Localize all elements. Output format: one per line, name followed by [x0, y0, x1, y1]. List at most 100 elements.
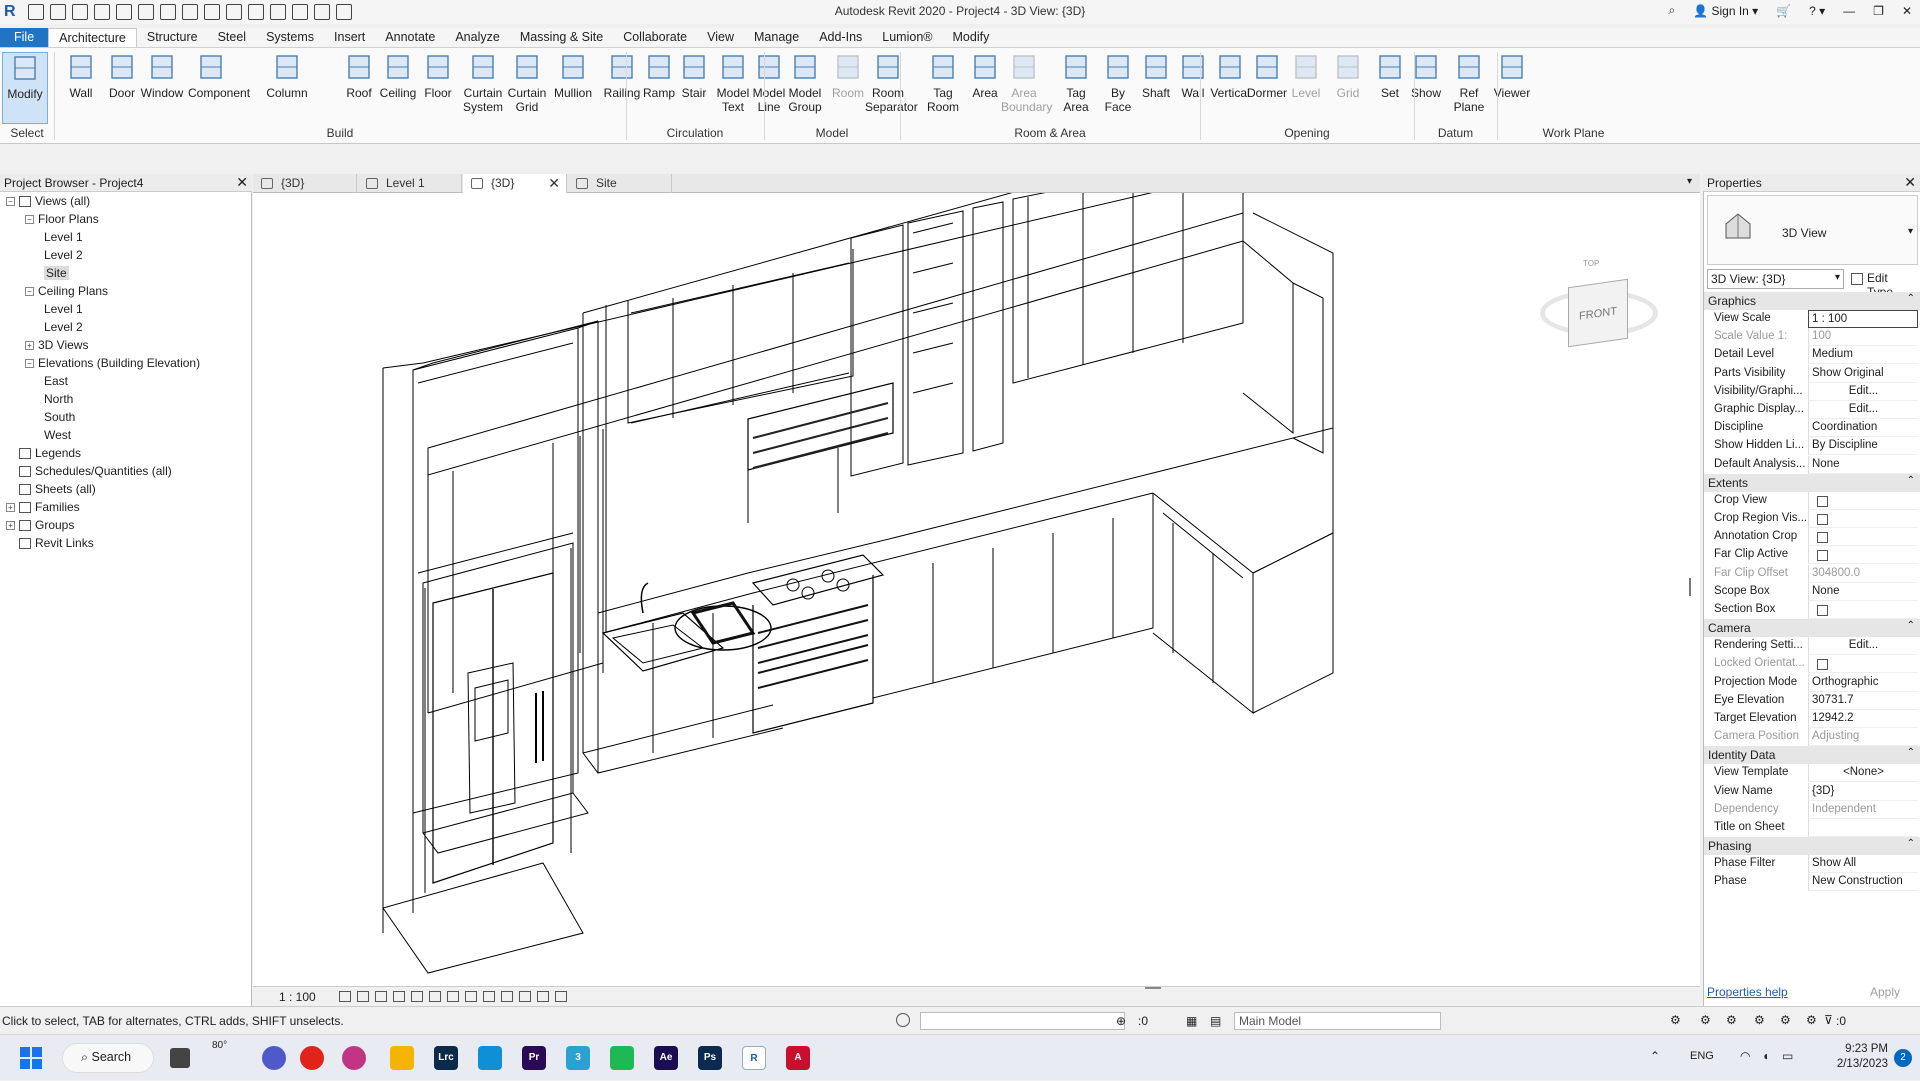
- property-value[interactable]: New Construction: [1808, 873, 1918, 892]
- show-analytical-icon[interactable]: [537, 991, 549, 1002]
- ribbon-button-window[interactable]: Window: [139, 52, 185, 100]
- property-value[interactable]: None: [1808, 455, 1918, 474]
- ribbon-button-mullion[interactable]: Mullion: [550, 52, 596, 100]
- open-icon[interactable]: [28, 4, 44, 20]
- tree-item[interactable]: Level 2: [44, 246, 83, 264]
- sign-in-button[interactable]: 👤 Sign In ▾: [1693, 4, 1758, 18]
- property-section-identity-data[interactable]: Identity Data ⌃: [1704, 746, 1920, 765]
- detail-level-icon[interactable]: [339, 991, 351, 1002]
- ribbon-button-model-group[interactable]: Model Group: [782, 52, 828, 114]
- tab-annotate[interactable]: Annotate: [375, 28, 445, 47]
- close-hidden-icon[interactable]: [314, 4, 330, 20]
- property-checkbox-cell[interactable]: [1808, 546, 1918, 565]
- revit-icon[interactable]: R: [742, 1046, 766, 1070]
- collapse-icon[interactable]: ⌃: [1907, 838, 1915, 849]
- sun-path-icon[interactable]: [375, 991, 387, 1002]
- edge-icon[interactable]: [478, 1046, 502, 1070]
- redo-icon[interactable]: [116, 4, 132, 20]
- properties-help-link[interactable]: Properties help: [1707, 985, 1788, 999]
- checkbox[interactable]: [1817, 495, 1828, 507]
- select-by-face-icon[interactable]: ⚙: [1754, 1013, 1765, 1027]
- view-tab[interactable]: Site: [568, 174, 672, 193]
- tree-item[interactable]: − Elevations (Building Elevation): [25, 354, 200, 372]
- reveal-hidden-icon[interactable]: [501, 991, 513, 1002]
- tree-item[interactable]: East: [44, 372, 68, 390]
- collapse-icon[interactable]: ⌃: [1907, 620, 1915, 631]
- checkbox[interactable]: [1817, 532, 1828, 544]
- task-view-icon[interactable]: [170, 1048, 190, 1068]
- checkbox[interactable]: [1817, 514, 1828, 525]
- ribbon-button-tag-room[interactable]: Tag Room: [920, 52, 966, 114]
- tree-item[interactable]: Sheets (all): [6, 480, 96, 498]
- default-3d-icon[interactable]: [248, 4, 264, 20]
- sync-icon[interactable]: [72, 4, 88, 20]
- active-workset-dropdown[interactable]: [920, 1012, 1125, 1030]
- lightroom-icon[interactable]: Lrc: [434, 1046, 458, 1070]
- ribbon-button-level[interactable]: Level: [1283, 52, 1329, 100]
- ribbon-button-curtain-grid[interactable]: Curtain Grid: [504, 52, 550, 114]
- property-value[interactable]: Edit...: [1808, 637, 1918, 656]
- property-value[interactable]: {3D}: [1808, 782, 1918, 801]
- property-checkbox-cell[interactable]: [1808, 491, 1918, 510]
- undo-icon[interactable]: [94, 4, 110, 20]
- collapse-icon[interactable]: −: [6, 196, 15, 206]
- expand-icon[interactable]: +: [6, 502, 15, 512]
- ribbon-button-viewer[interactable]: Viewer: [1489, 52, 1535, 100]
- property-section-phasing[interactable]: Phasing ⌃: [1704, 837, 1920, 856]
- panel-label-select[interactable]: Select: [0, 126, 54, 140]
- chevron-down-icon[interactable]: ▾: [1908, 226, 1913, 237]
- instagram-icon[interactable]: [342, 1046, 366, 1070]
- tab-steel[interactable]: Steel: [208, 28, 257, 47]
- collapse-icon[interactable]: −: [25, 286, 34, 296]
- tree-item[interactable]: Level 1: [44, 300, 83, 318]
- property-value[interactable]: Coordination: [1808, 419, 1918, 438]
- resize-handle[interactable]: [1145, 987, 1161, 989]
- property-value[interactable]: By Discipline: [1808, 437, 1918, 456]
- file-explorer-icon[interactable]: [390, 1046, 414, 1070]
- aligned-dimension-icon[interactable]: [182, 4, 198, 20]
- collapse-icon[interactable]: ⌃: [1907, 747, 1915, 758]
- collapse-icon[interactable]: ⌃: [1907, 293, 1915, 304]
- text-icon[interactable]: [226, 4, 242, 20]
- tree-item[interactable]: − Views (all): [6, 192, 90, 210]
- tab-add-ins[interactable]: Add-Ins: [809, 28, 872, 47]
- property-value[interactable]: Edit...: [1808, 382, 1918, 401]
- worksets-icon[interactable]: [896, 1013, 910, 1027]
- filter-icon[interactable]: ⊽: [1824, 1013, 1833, 1027]
- ribbon-button-wall[interactable]: Wall: [58, 52, 104, 100]
- save-icon[interactable]: [50, 4, 66, 20]
- thin-lines-icon[interactable]: [292, 4, 308, 20]
- property-value[interactable]: 1 : 100: [1808, 310, 1918, 328]
- instance-selector[interactable]: 3D View: {3D} ▾: [1707, 269, 1844, 289]
- tree-item[interactable]: Site: [44, 264, 69, 282]
- tree-item[interactable]: − Floor Plans: [25, 210, 99, 228]
- design-options-icon[interactable]: ▤: [1210, 1014, 1221, 1028]
- tag-icon[interactable]: [204, 4, 220, 20]
- property-value[interactable]: Show All: [1808, 855, 1918, 874]
- close-button[interactable]: ✕: [1902, 4, 1912, 18]
- edit-type-button[interactable]: Edit Type: [1847, 269, 1918, 299]
- tab-massing-site[interactable]: Massing & Site: [510, 28, 613, 47]
- property-value[interactable]: <None>: [1808, 764, 1918, 783]
- after-effects-icon[interactable]: Ae: [654, 1046, 678, 1070]
- expand-icon[interactable]: +: [6, 520, 15, 530]
- tab-structure[interactable]: Structure: [137, 28, 208, 47]
- tree-item[interactable]: +3D Views: [25, 336, 88, 354]
- property-value[interactable]: Show Original: [1808, 364, 1918, 383]
- weather-widget[interactable]: 80°: [212, 1040, 227, 1051]
- select-pinned-icon[interactable]: ⚙: [1726, 1013, 1737, 1027]
- tab-systems[interactable]: Systems: [256, 28, 324, 47]
- tab-lumion[interactable]: Lumion®: [872, 28, 942, 47]
- view-tab[interactable]: Level 1: [358, 174, 462, 193]
- language-indicator[interactable]: ENG: [1690, 1050, 1714, 1062]
- render-icon[interactable]: [411, 991, 423, 1002]
- tree-item[interactable]: Revit Links: [6, 534, 94, 552]
- collapse-icon[interactable]: ⌃: [1907, 475, 1915, 486]
- restore-button[interactable]: ❐: [1873, 4, 1884, 18]
- checkbox[interactable]: [1817, 605, 1828, 616]
- taskbar-search[interactable]: ⌕ Search: [62, 1043, 154, 1073]
- ribbon-button-area-boundary[interactable]: Area Boundary: [1001, 52, 1052, 114]
- ribbon-button-show[interactable]: Show: [1403, 52, 1449, 100]
- drag-elements-icon[interactable]: ⚙: [1780, 1013, 1791, 1027]
- tab-insert[interactable]: Insert: [324, 28, 375, 47]
